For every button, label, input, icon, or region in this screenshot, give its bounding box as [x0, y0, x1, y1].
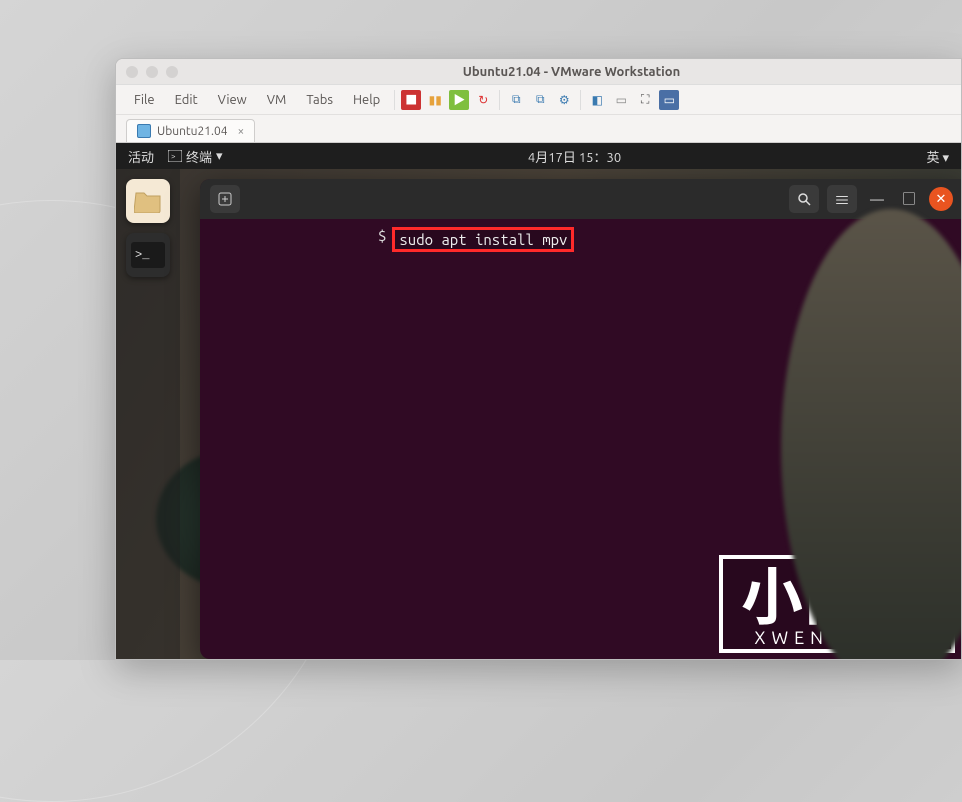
svg-text:>: > [171, 152, 176, 161]
menu-file[interactable]: File [126, 90, 163, 110]
vm-tab-label: Ubuntu21.04 [157, 125, 228, 138]
new-tab-button[interactable] [210, 185, 240, 213]
menu-vm[interactable]: VM [259, 90, 295, 110]
activities-button[interactable]: 活动 [128, 147, 154, 166]
restart-icon[interactable]: ↻ [473, 90, 493, 110]
thumbnail-icon[interactable]: ▭ [611, 90, 631, 110]
fullscreen-icon[interactable]: ⛶ [635, 90, 655, 110]
vmware-titlebar[interactable]: Ubuntu21.04 - VMware Workstation [116, 59, 961, 85]
menu-edit[interactable]: Edit [167, 90, 206, 110]
window-title: Ubuntu21.04 - VMware Workstation [192, 65, 951, 79]
watermark-en: XWENW.COM [741, 629, 933, 647]
search-button[interactable] [789, 185, 819, 213]
shell-prompt: $ [378, 227, 386, 244]
guest-os: 活动 > 终端 ▾ 4月17日 15：30 英 ▾ >_ [116, 143, 961, 659]
snapshot-icon[interactable]: ⧉ [506, 90, 526, 110]
gnome-top-bar: 活动 > 终端 ▾ 4月17日 15：30 英 ▾ [116, 143, 961, 169]
separator [394, 90, 395, 110]
terminal-menu-icon: > [168, 150, 182, 162]
new-tab-icon [218, 192, 232, 206]
input-method[interactable]: 英 ▾ [926, 147, 949, 166]
clock[interactable]: 4月17日 15：30 [223, 147, 927, 166]
separator [499, 90, 500, 110]
play-icon[interactable]: ▶ [449, 90, 469, 110]
window-traffic-lights [126, 66, 178, 78]
maximize-button[interactable]: □ [897, 187, 921, 211]
command-highlight: sudo apt install mpv [392, 227, 574, 252]
hamburger-menu-button[interactable]: ≡ [827, 185, 857, 213]
separator [580, 90, 581, 110]
files-icon[interactable] [126, 179, 170, 223]
app-menu[interactable]: > 终端 ▾ [168, 147, 223, 166]
watermark-cn: 小闻网 [741, 565, 933, 627]
search-icon [797, 192, 811, 206]
desktop: >_ ≡ — □ ✕ [116, 169, 961, 659]
menu-help[interactable]: Help [345, 90, 388, 110]
terminal-window: ≡ — □ ✕ $ sudo apt install mpv [200, 179, 961, 659]
vm-tab-icon [137, 124, 151, 138]
minimize-button[interactable]: — [865, 187, 889, 211]
maximize-dot[interactable] [166, 66, 178, 78]
terminal-icon-prompt: >_ [131, 242, 165, 268]
menu-tabs[interactable]: Tabs [298, 90, 341, 110]
vmware-menubar: File Edit View VM Tabs Help ■ ▮▮ ▶ ↻ ⧉ ⧉… [116, 85, 961, 115]
power-off-icon[interactable]: ■ [401, 90, 421, 110]
tab-close-icon[interactable]: × [238, 125, 245, 138]
dock: >_ [116, 169, 180, 659]
terminal-icon[interactable]: >_ [126, 233, 170, 277]
vmware-tabbar: Ubuntu21.04 × [116, 115, 961, 143]
app-menu-label: 终端 [186, 147, 212, 166]
watermark: 小闻网 XWENW.COM [719, 555, 955, 653]
minimize-dot[interactable] [146, 66, 158, 78]
menu-view[interactable]: View [210, 90, 255, 110]
pause-icon[interactable]: ▮▮ [425, 90, 445, 110]
unity-icon[interactable]: ◧ [587, 90, 607, 110]
snapshot-manager-icon[interactable]: ⧉ [530, 90, 550, 110]
close-dot[interactable] [126, 66, 138, 78]
settings-icon[interactable]: ⚙ [554, 90, 574, 110]
terminal-header[interactable]: ≡ — □ ✕ [200, 179, 961, 219]
console-icon[interactable]: ▭ [659, 90, 679, 110]
vm-tab[interactable]: Ubuntu21.04 × [126, 119, 255, 142]
close-button[interactable]: ✕ [929, 187, 953, 211]
vmware-window: Ubuntu21.04 - VMware Workstation File Ed… [115, 58, 962, 660]
terminal-body[interactable]: $ sudo apt install mpv [200, 219, 961, 260]
